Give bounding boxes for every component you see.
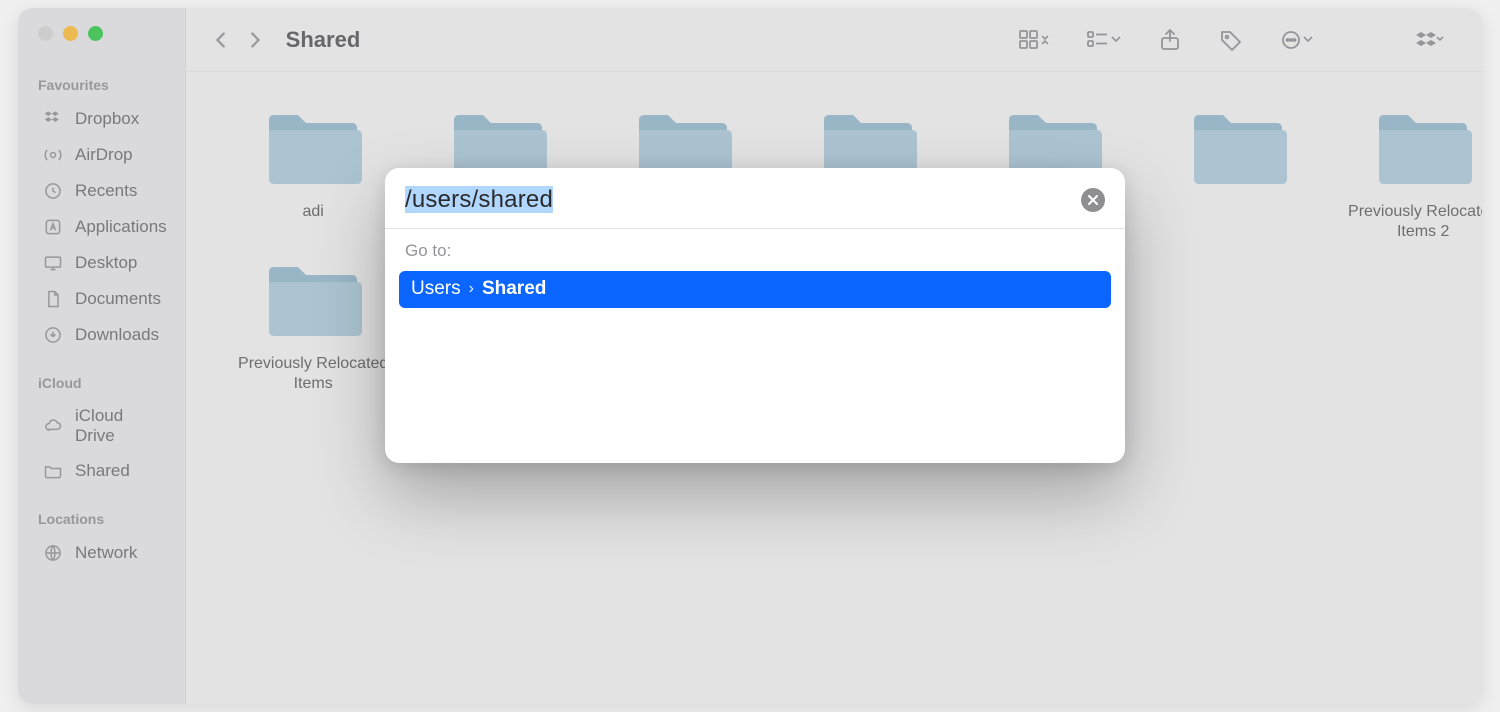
sidebar-item-label: iCloud Drive <box>75 406 167 446</box>
folder-icon <box>1373 110 1473 192</box>
folder-label: adi <box>302 202 323 222</box>
sidebar-item-dropbox[interactable]: Dropbox <box>38 101 171 137</box>
share-button[interactable] <box>1159 28 1181 52</box>
go-to-result-segment: Shared <box>482 278 546 300</box>
sidebar-section-locations: Locations <box>38 511 171 527</box>
folder-icon <box>1188 110 1288 192</box>
sidebar: Favourites Dropbox AirDrop Recents Appli… <box>18 8 186 704</box>
chevron-right-icon: › <box>469 280 474 298</box>
desktop-icon <box>42 252 64 274</box>
sidebar-item-icloud-drive[interactable]: iCloud Drive <box>38 399 171 453</box>
sidebar-item-applications[interactable]: Applications <box>38 209 171 245</box>
folder-label: Previously Relocated Items <box>233 354 393 394</box>
close-window-button[interactable] <box>38 26 53 41</box>
sidebar-item-label: Desktop <box>75 253 137 273</box>
document-icon <box>42 288 64 310</box>
shared-folder-icon <box>42 460 64 482</box>
go-to-result-segment: Users <box>411 278 461 300</box>
page-title: Shared <box>286 27 361 53</box>
back-button[interactable] <box>210 29 232 51</box>
clear-input-button[interactable] <box>1081 188 1105 212</box>
folder-item[interactable] <box>1151 110 1326 242</box>
sidebar-item-desktop[interactable]: Desktop <box>38 245 171 281</box>
sidebar-item-recents[interactable]: Recents <box>38 173 171 209</box>
sidebar-item-label: Dropbox <box>75 109 139 129</box>
folder-item[interactable]: Previously Relocated Items 2 <box>1336 110 1482 242</box>
sidebar-section-icloud: iCloud <box>38 375 171 391</box>
window-controls <box>38 26 171 41</box>
sidebar-item-label: AirDrop <box>75 145 133 165</box>
go-to-subtitle: Go to: <box>385 229 1125 269</box>
download-icon <box>42 324 64 346</box>
airdrop-icon <box>42 144 64 166</box>
tags-button[interactable] <box>1219 28 1243 52</box>
folder-icon <box>263 110 363 192</box>
go-to-result-row[interactable]: Users › Shared <box>399 271 1111 308</box>
sidebar-item-shared[interactable]: Shared <box>38 453 171 489</box>
minimize-window-button[interactable] <box>63 26 78 41</box>
sidebar-item-downloads[interactable]: Downloads <box>38 317 171 353</box>
sidebar-item-label: Downloads <box>75 325 159 345</box>
folder-item[interactable]: adi <box>226 110 401 242</box>
sidebar-item-documents[interactable]: Documents <box>38 281 171 317</box>
sidebar-item-label: Documents <box>75 289 161 309</box>
toolbar: Shared <box>186 8 1482 72</box>
folder-icon <box>263 262 363 344</box>
forward-button[interactable] <box>244 29 266 51</box>
sidebar-item-label: Recents <box>75 181 137 201</box>
more-button[interactable] <box>1281 29 1313 51</box>
sidebar-item-label: Network <box>75 543 137 563</box>
sidebar-item-label: Shared <box>75 461 130 481</box>
folder-item[interactable]: Previously Relocated Items <box>226 262 401 394</box>
zoom-window-button[interactable] <box>88 26 103 41</box>
folder-label: Previously Relocated Items 2 <box>1343 202 1482 242</box>
go-to-path-input[interactable]: /users/shared <box>405 186 553 214</box>
view-icons-button[interactable] <box>1019 29 1049 51</box>
sidebar-item-airdrop[interactable]: AirDrop <box>38 137 171 173</box>
cloud-icon <box>42 415 64 437</box>
sidebar-item-label: Applications <box>75 217 167 237</box>
go-to-folder-dialog: /users/shared Go to: Users › Shared <box>385 168 1125 463</box>
dropbox-toolbar-button[interactable] <box>1415 29 1445 51</box>
dropbox-icon <box>42 108 64 130</box>
group-button[interactable] <box>1087 29 1121 51</box>
globe-icon <box>42 542 64 564</box>
applications-icon <box>42 216 64 238</box>
sidebar-item-network[interactable]: Network <box>38 535 171 571</box>
sidebar-section-favourites: Favourites <box>38 77 171 93</box>
clock-icon <box>42 180 64 202</box>
